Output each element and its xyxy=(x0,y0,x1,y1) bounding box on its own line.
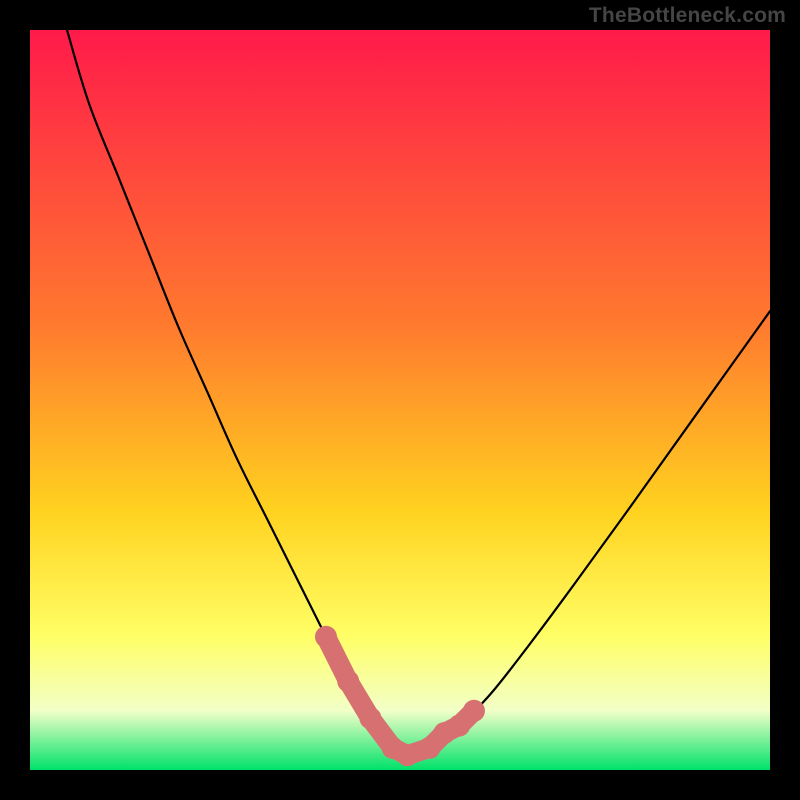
chart-svg xyxy=(30,30,770,770)
valley-marker-dot xyxy=(337,670,359,692)
valley-marker-dot xyxy=(463,700,485,722)
plot-area xyxy=(30,30,770,770)
valley-marker-dot xyxy=(315,626,337,648)
watermark-text: TheBottleneck.com xyxy=(589,4,786,28)
valley-marker-dot xyxy=(359,707,381,729)
valley-marker-dot xyxy=(396,744,418,766)
chart-frame: TheBottleneck.com xyxy=(0,0,800,800)
gradient-background xyxy=(30,30,770,770)
